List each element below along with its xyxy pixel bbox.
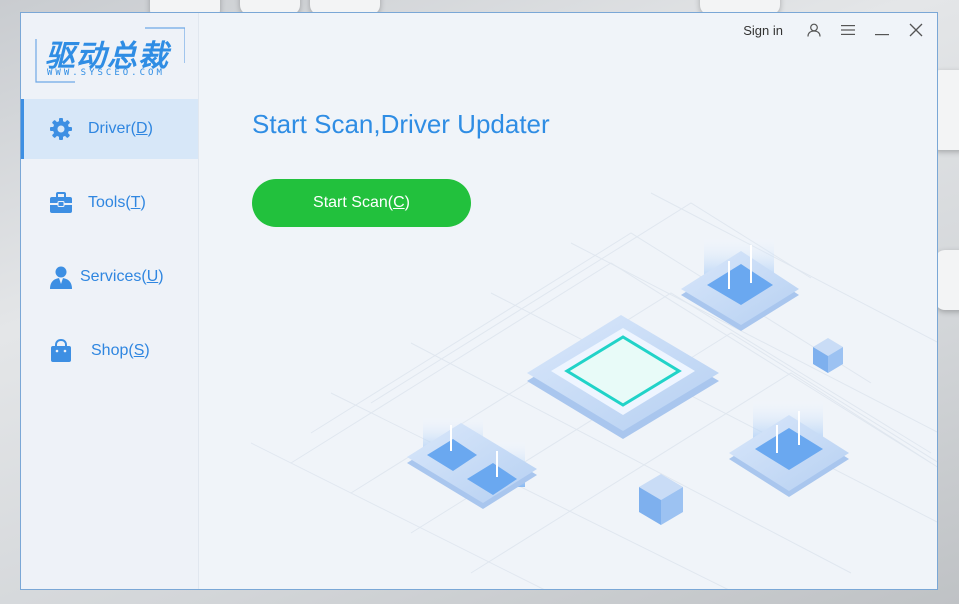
- sidebar-item-driver[interactable]: Driver(D): [21, 99, 198, 159]
- hamburger-menu-icon[interactable]: [831, 13, 865, 47]
- logo-subtext: WWW.SYSCEO.COM: [47, 68, 165, 78]
- toolbox-icon: [48, 190, 74, 216]
- sidebar: 驱动总裁 WWW.SYSCEO.COM Driver(D) Tools(T) S…: [21, 13, 199, 589]
- sidebar-item-label: Shop(S): [91, 342, 150, 359]
- sidebar-item-shop[interactable]: Shop(S): [21, 321, 198, 381]
- desktop-background-key: [935, 250, 959, 310]
- app-window: 驱动总裁 WWW.SYSCEO.COM Driver(D) Tools(T) S…: [20, 12, 938, 590]
- sidebar-item-tools[interactable]: Tools(T): [21, 173, 198, 233]
- left-block: [407, 413, 537, 509]
- top-right-block: [681, 233, 799, 331]
- app-logo: 驱动总裁 WWW.SYSCEO.COM: [35, 27, 189, 87]
- right-block: [729, 395, 849, 497]
- sidebar-item-label: Services(U): [80, 268, 164, 285]
- small-cube-right: [813, 338, 843, 373]
- gear-icon: [48, 116, 74, 142]
- close-icon[interactable]: [899, 13, 933, 47]
- person-icon: [48, 264, 74, 290]
- sidebar-item-label: Driver(D): [88, 120, 153, 137]
- title-bar: Sign in: [743, 13, 937, 47]
- minimize-icon[interactable]: [865, 13, 899, 47]
- sidebar-item-label: Tools(T): [88, 194, 146, 211]
- start-scan-button[interactable]: Start Scan(C): [252, 179, 471, 227]
- sign-in-link[interactable]: Sign in: [743, 23, 783, 38]
- user-icon[interactable]: [797, 13, 831, 47]
- sidebar-item-services[interactable]: Services(U): [21, 247, 198, 307]
- shopping-bag-icon: [48, 338, 74, 364]
- center-chip: [527, 315, 719, 439]
